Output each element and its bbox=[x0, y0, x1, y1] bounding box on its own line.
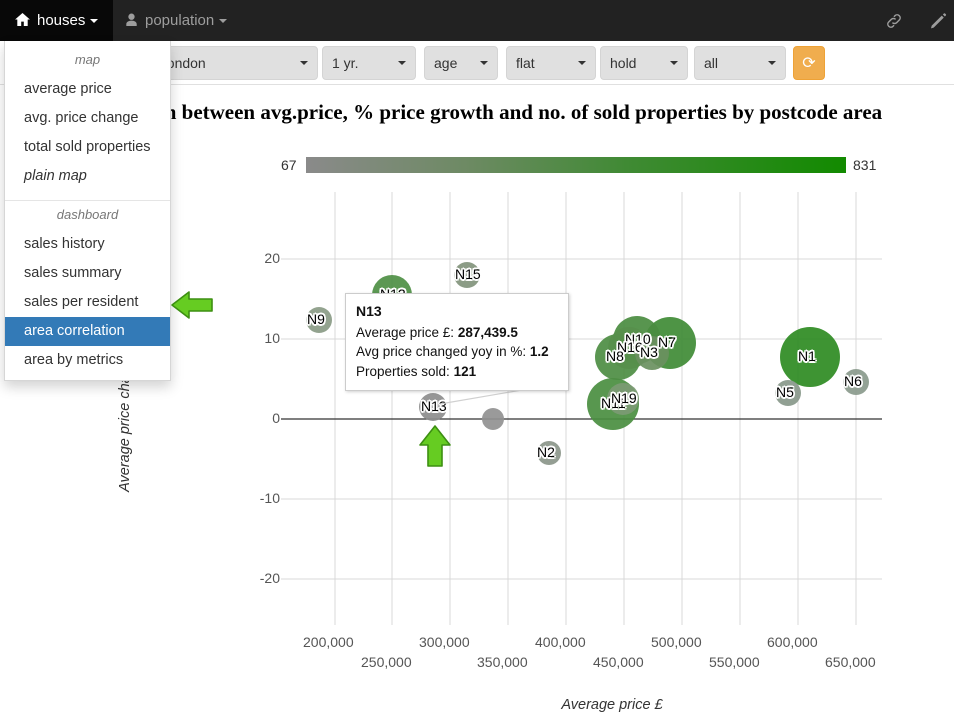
navbar: houses population bbox=[0, 0, 954, 41]
dropdown-item-sales-history[interactable]: sales history bbox=[5, 230, 170, 259]
nav-item-population[interactable]: population bbox=[110, 0, 242, 41]
select-property-type[interactable]: flat bbox=[506, 46, 596, 80]
colorbar-min-label: 67 bbox=[281, 157, 297, 173]
select-period-value: 1 yr. bbox=[332, 55, 359, 71]
select-tenure-value: hold bbox=[610, 55, 637, 71]
annotation-arrow-left-icon bbox=[171, 291, 213, 319]
dropdown-group-dashboard-label: dashboard bbox=[56, 207, 119, 222]
annotation-arrow-up-icon bbox=[419, 425, 451, 467]
nav-item-population-label: population bbox=[145, 12, 215, 29]
data-point-bubble[interactable] bbox=[482, 408, 504, 430]
select-scope[interactable]: all bbox=[694, 46, 786, 80]
dropdown-item-avg-price-change[interactable]: avg. price change bbox=[5, 104, 170, 133]
pencil-icon[interactable] bbox=[916, 0, 954, 41]
tooltip-title: N13 bbox=[356, 303, 382, 319]
dropdown-item-area-correlation[interactable]: area correlation bbox=[5, 317, 170, 346]
select-metric-value: age bbox=[434, 55, 458, 71]
dropdown-item-area-by-metrics[interactable]: area by metrics bbox=[5, 346, 170, 375]
colorbar-legend: 67 831 bbox=[281, 155, 881, 179]
dropdown-item-sales-summary[interactable]: sales summary bbox=[5, 259, 170, 288]
link-icon[interactable] bbox=[872, 0, 916, 41]
tooltip-row1-label: Average price £: bbox=[356, 324, 455, 340]
user-icon bbox=[125, 13, 138, 29]
data-point-bubble[interactable] bbox=[843, 369, 869, 395]
data-point-bubble[interactable] bbox=[306, 307, 332, 333]
x-axis-title: Average price £ bbox=[561, 697, 663, 713]
data-point-bubble[interactable] bbox=[454, 262, 480, 288]
select-scope-value: all bbox=[704, 55, 719, 71]
dropdown-item-total-sold-properties[interactable]: total sold properties bbox=[5, 133, 170, 162]
tooltip-row-avg-price: Average price £: 287,439.5 bbox=[356, 323, 558, 343]
chevron-down-icon bbox=[578, 61, 586, 65]
tooltip: N13 Average price £: 287,439.5 Avg price… bbox=[345, 293, 569, 391]
houses-dropdown-menu: map average price avg. price change tota… bbox=[4, 41, 171, 381]
dropdown-item-plain-map[interactable]: plain map bbox=[5, 162, 170, 191]
data-point-bubble[interactable] bbox=[607, 383, 639, 415]
chevron-down-icon bbox=[670, 61, 678, 65]
chevron-down-icon bbox=[768, 61, 776, 65]
chevron-down-icon bbox=[219, 18, 228, 23]
dropdown-item-average-price[interactable]: average price bbox=[5, 75, 170, 104]
colorbar-max-label: 831 bbox=[853, 157, 877, 173]
tooltip-row2-label: Avg price changed yoy in %: bbox=[356, 344, 527, 359]
select-property-type-value: flat bbox=[516, 55, 535, 71]
tooltip-row3-label: Properties sold: bbox=[356, 363, 450, 379]
nav-item-houses-label: houses bbox=[37, 12, 86, 29]
tooltip-row1-value: 287,439.5 bbox=[457, 324, 518, 340]
colorbar-gradient bbox=[306, 157, 846, 173]
tooltip-row-sold: Properties sold: 121 bbox=[356, 362, 558, 382]
tooltip-row-yoy: Avg price changed yoy in %: 1.2 bbox=[356, 342, 558, 362]
tooltip-row2-value: 1.2 bbox=[529, 344, 549, 359]
refresh-icon: ⟳ bbox=[802, 55, 816, 72]
data-point-bubble[interactable] bbox=[780, 327, 840, 387]
refresh-button[interactable]: ⟳ bbox=[793, 46, 825, 80]
chevron-down-icon bbox=[300, 61, 308, 65]
select-metric[interactable]: age bbox=[424, 46, 498, 80]
data-point-bubble[interactable] bbox=[635, 336, 669, 370]
dropdown-group-map-label: map bbox=[74, 52, 101, 67]
chevron-down-icon bbox=[90, 18, 99, 23]
select-period[interactable]: 1 yr. bbox=[322, 46, 416, 80]
data-point-bubble[interactable] bbox=[775, 380, 801, 406]
chevron-down-icon bbox=[480, 61, 488, 65]
dropdown-item-sales-per-resident[interactable]: sales per resident bbox=[5, 288, 170, 317]
data-point-bubble[interactable] bbox=[419, 393, 447, 421]
select-tenure[interactable]: hold bbox=[600, 46, 688, 80]
chevron-down-icon bbox=[398, 61, 406, 65]
tooltip-row3-value: 121 bbox=[453, 363, 477, 379]
nav-item-houses[interactable]: houses bbox=[0, 0, 114, 41]
grid-lines bbox=[281, 192, 882, 625]
data-point-bubble[interactable] bbox=[537, 441, 561, 465]
home-icon bbox=[15, 12, 30, 29]
